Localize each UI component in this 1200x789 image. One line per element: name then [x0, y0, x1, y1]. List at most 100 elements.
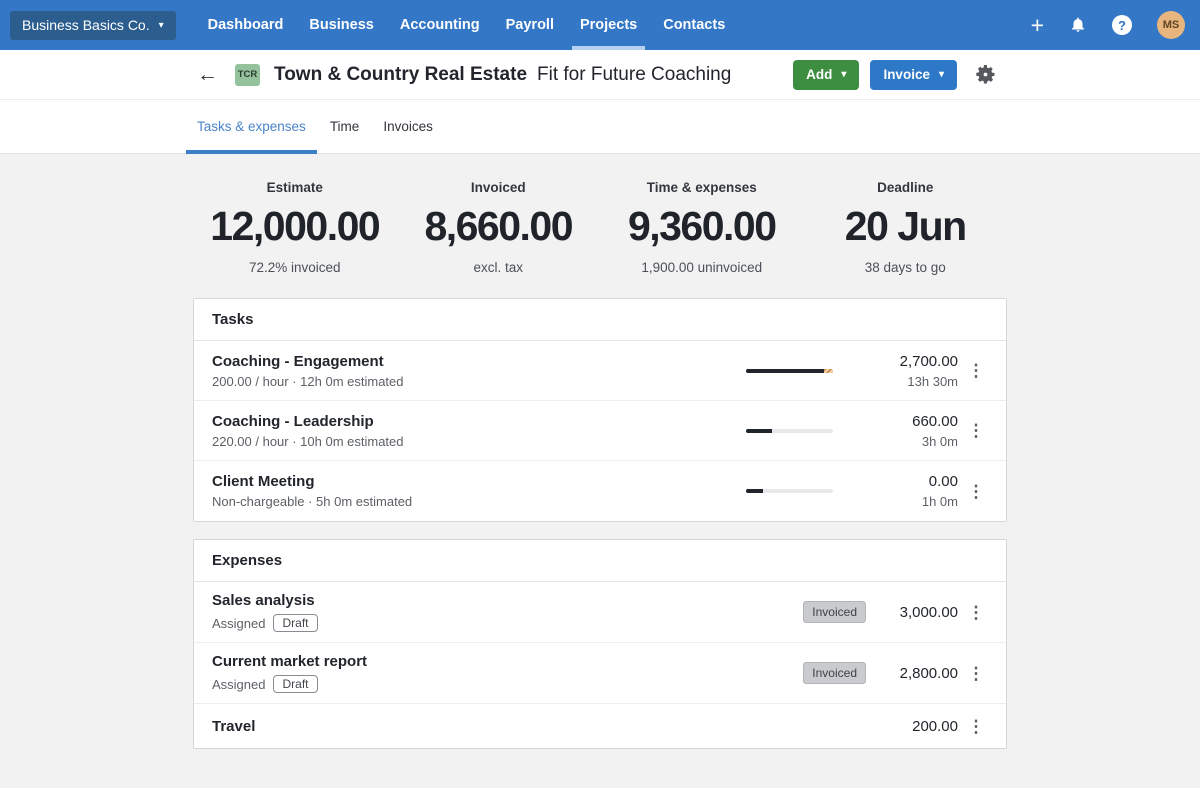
stat-value: 20 Jun — [844, 203, 967, 249]
chevron-down-icon: ▾ — [938, 69, 944, 80]
add-button-label: Add — [806, 67, 833, 82]
tab-invoices[interactable]: Invoices — [372, 100, 444, 153]
stat-invoiced: Invoiced 8,660.00 excl. tax — [397, 180, 601, 275]
nav-item-label: Business — [309, 17, 374, 33]
nav-item-label: Contacts — [663, 17, 726, 33]
task-amounts: 2,700.00 13h 30m — [833, 353, 958, 389]
org-selector-label: Business Basics Co. — [22, 17, 150, 33]
bell-icon[interactable] — [1069, 16, 1087, 34]
expense-info: Travel — [212, 718, 878, 735]
task-name[interactable]: Coaching - Leadership — [212, 413, 746, 430]
stat-value: 8,660.00 — [424, 203, 573, 249]
task-info: Coaching - Leadership 220.00 / hour · 10… — [212, 413, 746, 449]
task-row: Client Meeting Non-chargeable · 5h 0m es… — [194, 461, 1006, 521]
expense-info: Sales analysis Assigned Draft — [212, 592, 803, 632]
task-detail: 200.00 / hour · 12h 0m estimated — [212, 373, 404, 389]
expense-name[interactable]: Travel — [212, 718, 878, 735]
draft-badge: Draft — [273, 675, 318, 693]
nav-item-payroll[interactable]: Payroll — [493, 0, 567, 50]
tasks-panel: Tasks Coaching - Engagement 200.00 / hou… — [193, 298, 1007, 522]
kebab-menu-icon[interactable]: ⋮ — [958, 422, 994, 439]
expense-row: Travel 200.00 ⋮ — [194, 704, 1006, 748]
stat-label: Invoiced — [470, 180, 526, 195]
help-icon[interactable]: ? — [1112, 15, 1132, 35]
task-row: Coaching - Engagement 200.00 / hour · 12… — [194, 341, 1006, 401]
kebab-menu-icon[interactable]: ⋮ — [958, 604, 994, 621]
invoice-button[interactable]: Invoice ▾ — [870, 59, 957, 90]
topnav-actions: + ? MS — [1031, 11, 1200, 39]
task-time: 3h 0m — [921, 433, 958, 449]
expense-meta: Assigned Draft — [212, 614, 803, 632]
expense-meta: Assigned Draft — [212, 675, 803, 693]
stat-value: 12,000.00 — [210, 203, 380, 249]
avatar[interactable]: MS — [1157, 11, 1185, 39]
project-header: ← TCR Town & Country Real Estate Fit for… — [0, 50, 1200, 100]
nav-item-accounting[interactable]: Accounting — [387, 0, 493, 50]
expense-name[interactable]: Current market report — [212, 653, 803, 670]
stat-estimate: Estimate 12,000.00 72.2% invoiced — [193, 180, 397, 275]
expense-info: Current market report Assigned Draft — [212, 653, 803, 693]
plus-icon[interactable]: + — [1031, 13, 1044, 37]
progress-fill — [746, 428, 773, 433]
stat-deadline: Deadline 20 Jun 38 days to go — [804, 180, 1008, 275]
stat-sub: 38 days to go — [864, 260, 946, 275]
kebab-menu-icon[interactable]: ⋮ — [958, 718, 994, 735]
stat-label: Estimate — [266, 180, 323, 195]
expense-row: Sales analysis Assigned Draft Invoiced 3… — [194, 582, 1006, 643]
kebab-menu-icon[interactable]: ⋮ — [958, 483, 994, 500]
invoiced-badge: Invoiced — [803, 601, 866, 623]
project-initials-badge: TCR — [235, 63, 260, 86]
tasks-panel-title: Tasks — [194, 299, 1006, 341]
nav-item-label: Payroll — [505, 17, 554, 33]
project-tabs: Tasks & expenses Time Invoices — [0, 100, 1200, 154]
task-amount: 0.00 — [928, 473, 958, 490]
task-progress-bar — [746, 428, 833, 433]
chevron-down-icon: ▾ — [158, 19, 164, 31]
stat-label: Deadline — [877, 180, 934, 195]
tab-label: Invoices — [383, 119, 433, 134]
tab-time[interactable]: Time — [319, 100, 371, 153]
expense-amount: 200.00 — [912, 717, 958, 735]
nav-item-projects[interactable]: Projects — [567, 0, 650, 50]
add-button[interactable]: Add ▾ — [793, 59, 860, 90]
task-info: Coaching - Engagement 200.00 / hour · 12… — [212, 353, 746, 389]
chevron-down-icon: ▾ — [841, 69, 847, 80]
content-area: Estimate 12,000.00 72.2% invoiced Invoic… — [0, 154, 1200, 788]
kebab-menu-icon[interactable]: ⋮ — [958, 362, 994, 379]
help-icon-glyph: ? — [1118, 17, 1126, 33]
nav-item-dashboard[interactable]: Dashboard — [195, 0, 297, 50]
task-time: 1h 0m — [921, 494, 958, 509]
nav-item-label: Dashboard — [207, 17, 284, 33]
org-selector[interactable]: Business Basics Co. ▾ — [10, 10, 176, 40]
draft-badge: Draft — [273, 614, 318, 632]
progress-fill — [746, 368, 825, 373]
tab-label: Tasks & expenses — [197, 119, 306, 134]
gear-icon[interactable] — [975, 64, 996, 85]
expense-name[interactable]: Sales analysis — [212, 592, 803, 609]
nav-item-label: Accounting — [399, 17, 480, 33]
back-arrow-icon[interactable]: ← — [197, 64, 218, 85]
project-subtitle: Fit for Future Coaching — [537, 63, 732, 85]
project-title: Town & Country Real Estate — [274, 63, 528, 85]
task-name[interactable]: Coaching - Engagement — [212, 353, 746, 370]
stat-sub: excl. tax — [473, 260, 524, 275]
task-time: 13h 30m — [907, 373, 958, 389]
nav-item-contacts[interactable]: Contacts — [650, 0, 738, 50]
stat-sub: 1,900.00 uninvoiced — [641, 260, 763, 275]
top-navigation-bar: Business Basics Co. ▾ Dashboard Business… — [0, 0, 1200, 50]
kebab-menu-icon[interactable]: ⋮ — [958, 665, 994, 682]
task-detail: 220.00 / hour · 10h 0m estimated — [212, 433, 404, 449]
tab-tasks-expenses[interactable]: Tasks & expenses — [186, 100, 317, 154]
expenses-panel-title: Expenses — [194, 540, 1006, 582]
progress-overflow — [824, 368, 833, 373]
avatar-initials: MS — [1162, 19, 1180, 31]
main-nav: Dashboard Business Accounting Payroll Pr… — [195, 0, 739, 50]
nav-item-label: Projects — [579, 17, 638, 33]
task-name[interactable]: Client Meeting — [212, 473, 746, 490]
invoiced-badge: Invoiced — [803, 662, 866, 684]
task-amounts: 660.00 3h 0m — [833, 413, 958, 449]
nav-item-business[interactable]: Business — [296, 0, 386, 50]
task-amounts: 0.00 1h 0m — [833, 473, 958, 509]
stat-sub: 72.2% invoiced — [248, 260, 341, 275]
expense-assigned-label: Assigned — [212, 615, 266, 631]
